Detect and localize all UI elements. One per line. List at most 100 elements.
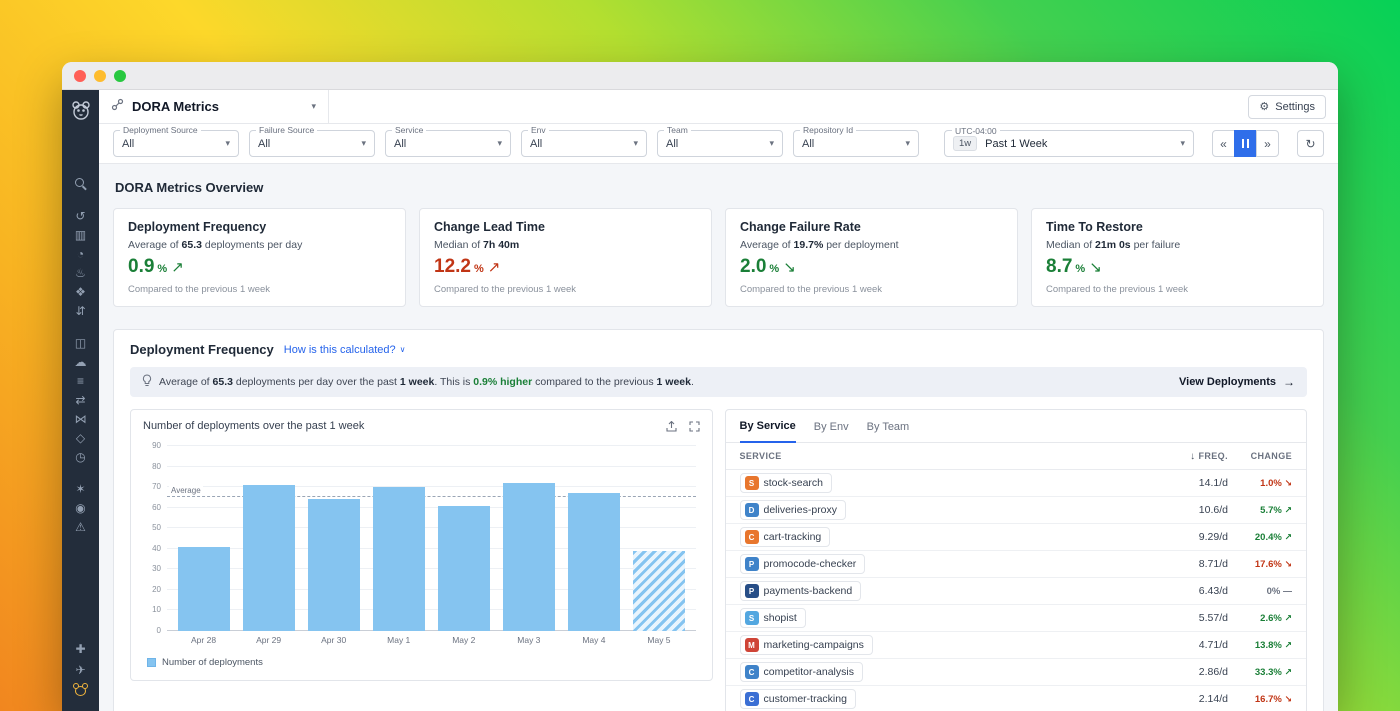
trend-down-icon: ↘ <box>1284 477 1292 488</box>
cloud-icon[interactable]: ☁ <box>62 353 99 370</box>
how-calculated-label: How is this calculated? <box>283 343 396 356</box>
bear-active-icon[interactable] <box>62 682 99 699</box>
monitors-icon[interactable]: ◉ <box>62 499 99 516</box>
integrations-icon[interactable]: ⋈ <box>62 410 99 427</box>
column-service[interactable]: SERVICE <box>740 451 1157 461</box>
metric-value: 12.2% ↗ <box>434 256 501 277</box>
service-chip[interactable]: Ppromocode-checker <box>739 554 866 574</box>
table-row[interactable]: Ccart-tracking 9.29/d 20.4% ↗ <box>725 524 1306 551</box>
table-row[interactable]: Sshopist 5.57/d 2.6% ↗ <box>725 605 1306 632</box>
alerts-icon[interactable]: ⚠ <box>62 518 99 535</box>
tab-by-service[interactable]: By Service <box>739 420 796 443</box>
chevron-down-icon: ▾ <box>1180 138 1185 148</box>
metric-value: 0.9% ↗ <box>128 256 184 277</box>
tab-by-env[interactable]: By Env <box>814 421 849 442</box>
playback-controls: « » <box>1212 130 1279 157</box>
y-tick-label: 80 <box>152 461 161 471</box>
tab-by-team[interactable]: By Team <box>867 421 910 442</box>
legend-label: Number of deployments <box>162 657 263 668</box>
deployments-icon[interactable]: ⇵ <box>62 302 99 319</box>
table-row[interactable]: Ppromocode-checker 8.71/d 17.6% ↘ <box>725 551 1306 578</box>
trend-down-icon: ↘ <box>1284 693 1292 704</box>
trend-up-icon: ↗ <box>1284 504 1292 515</box>
minimize-button[interactable] <box>94 69 106 82</box>
service-chip[interactable]: Ddeliveries-proxy <box>739 500 847 520</box>
column-change[interactable]: CHANGE <box>1228 451 1292 461</box>
pause-button[interactable] <box>1234 130 1257 157</box>
labs-icon[interactable]: ✚ <box>62 640 99 657</box>
dashboard-selector[interactable]: DORA Metrics ▾ <box>99 90 329 123</box>
close-button[interactable] <box>74 69 86 82</box>
bar-may-1[interactable] <box>372 487 425 631</box>
filter-bar: Deployment Source All ▾ Failure Source All ▾ S… <box>99 124 1338 164</box>
filter-label: Deployment Source <box>120 125 201 135</box>
change-value: 0% — <box>1266 585 1292 597</box>
table-row[interactable]: Ppayments-backend 6.43/d 0% — <box>725 578 1306 605</box>
service-chip[interactable]: Sshopist <box>739 608 806 628</box>
forward-button[interactable]: » <box>1256 130 1279 157</box>
rewind-button[interactable]: « <box>1212 130 1235 157</box>
zoom-button[interactable] <box>114 69 126 82</box>
table-row[interactable]: Ccustomer-tracking 2.14/d 16.7% ↘ <box>726 686 1307 711</box>
how-calculated-link[interactable]: How is this calculated? ∨ <box>284 344 406 356</box>
expand-icon[interactable] <box>688 420 700 432</box>
history-icon[interactable]: ↺ <box>62 207 99 224</box>
breakdown-tabs: By Service By Env By Team <box>725 410 1306 443</box>
y-tick-label: 0 <box>156 626 161 635</box>
bar-may-5[interactable] <box>632 550 685 631</box>
column-freq[interactable]: ↓ FREQ. <box>1156 451 1228 462</box>
catalog-icon[interactable]: ≡ <box>62 372 99 389</box>
bar-apr-29[interactable] <box>242 485 295 631</box>
time-range-picker[interactable]: UTC-04:00 1w Past 1 Week ▾ <box>944 126 1194 157</box>
sort-desc-icon: ↓ <box>1190 450 1196 462</box>
app-window: ↺ ▥ ◔ ♨ ❖ ⇵ ◫ ☁ ≡ ⇄ ⋈ ◇ ◷ ✶ ◉ ⚠ ✚ ✈ DORA Metrics ▾ ⚙ Set… <box>62 62 1338 711</box>
export-icon[interactable] <box>665 420 677 432</box>
service-chip[interactable]: Ppayments-backend <box>739 581 862 601</box>
chevron-down-icon: ▾ <box>905 138 910 148</box>
bar-may-4[interactable] <box>567 493 620 631</box>
bar-apr-30[interactable] <box>307 499 360 631</box>
main-content: DORA Metrics Overview Deployment Frequen… <box>99 164 1338 711</box>
service-chip[interactable]: Ccart-tracking <box>739 527 831 547</box>
services-icon[interactable]: ❖ <box>62 283 99 300</box>
filter-env: Env All ▾ <box>521 125 647 157</box>
range-shortcut-chip[interactable]: 1w <box>953 136 978 151</box>
y-tick-label: 50 <box>152 523 161 533</box>
service-icon: C <box>744 665 759 679</box>
settings-button[interactable]: ⚙ Settings <box>1248 94 1326 119</box>
table-row[interactable]: Mmarketing-campaigns 4.71/d 13.8% ↗ <box>725 632 1306 659</box>
service-chip[interactable]: Mmarketing-campaigns <box>739 635 873 655</box>
refresh-button[interactable]: ↻ <box>1297 130 1324 157</box>
table-row[interactable]: Sstock-search 14.1/d 1.0% ↘ <box>725 470 1306 497</box>
freq-value: 6.43/d <box>1198 585 1228 597</box>
launch-icon[interactable]: ✈ <box>62 661 99 678</box>
freq-value: 10.6/d <box>1198 504 1228 516</box>
teams-icon[interactable]: ◫ <box>62 334 99 351</box>
service-icon: C <box>744 530 759 544</box>
bar-may-3[interactable] <box>502 483 555 631</box>
service-chip[interactable]: Ccustomer-tracking <box>739 689 856 709</box>
table-row[interactable]: Ddeliveries-proxy 10.6/d 5.7% ↗ <box>725 497 1306 524</box>
left-sidebar: ↺ ▥ ◔ ♨ ❖ ⇵ ◫ ☁ ≡ ⇄ ⋈ ◇ ◷ ✶ ◉ ⚠ ✚ ✈ <box>62 90 99 711</box>
sync-icon[interactable]: ⇄ <box>62 391 99 408</box>
y-tick-label: 30 <box>152 564 161 574</box>
packages-icon[interactable]: ◇ <box>62 429 99 446</box>
gauge-icon[interactable]: ◔ <box>62 245 99 262</box>
search-icon[interactable] <box>62 175 99 192</box>
chart-legend: Number of deployments <box>131 645 712 680</box>
bar-may-2[interactable] <box>437 505 490 631</box>
table-header: SERVICE ↓ FREQ. CHANGE <box>725 443 1306 470</box>
service-chip[interactable]: Sstock-search <box>739 473 833 493</box>
y-tick-label: 20 <box>152 584 161 594</box>
bear-logo-icon[interactable] <box>69 98 93 127</box>
view-deployments-link[interactable]: View Deployments → <box>1179 375 1295 389</box>
schedule-icon[interactable]: ◷ <box>62 448 99 465</box>
table-row[interactable]: Ccompetitor-analysis 2.86/d 33.3% ↗ <box>725 659 1306 686</box>
experiments-icon[interactable]: ✶ <box>62 480 99 497</box>
trend-up-icon: ↗ <box>487 259 501 276</box>
incidents-icon[interactable]: ♨ <box>62 264 99 281</box>
service-chip[interactable]: Ccompetitor-analysis <box>739 662 863 682</box>
filter-value: All <box>666 137 679 150</box>
bar-apr-28[interactable] <box>177 546 230 631</box>
metrics-icon[interactable]: ▥ <box>62 226 99 243</box>
